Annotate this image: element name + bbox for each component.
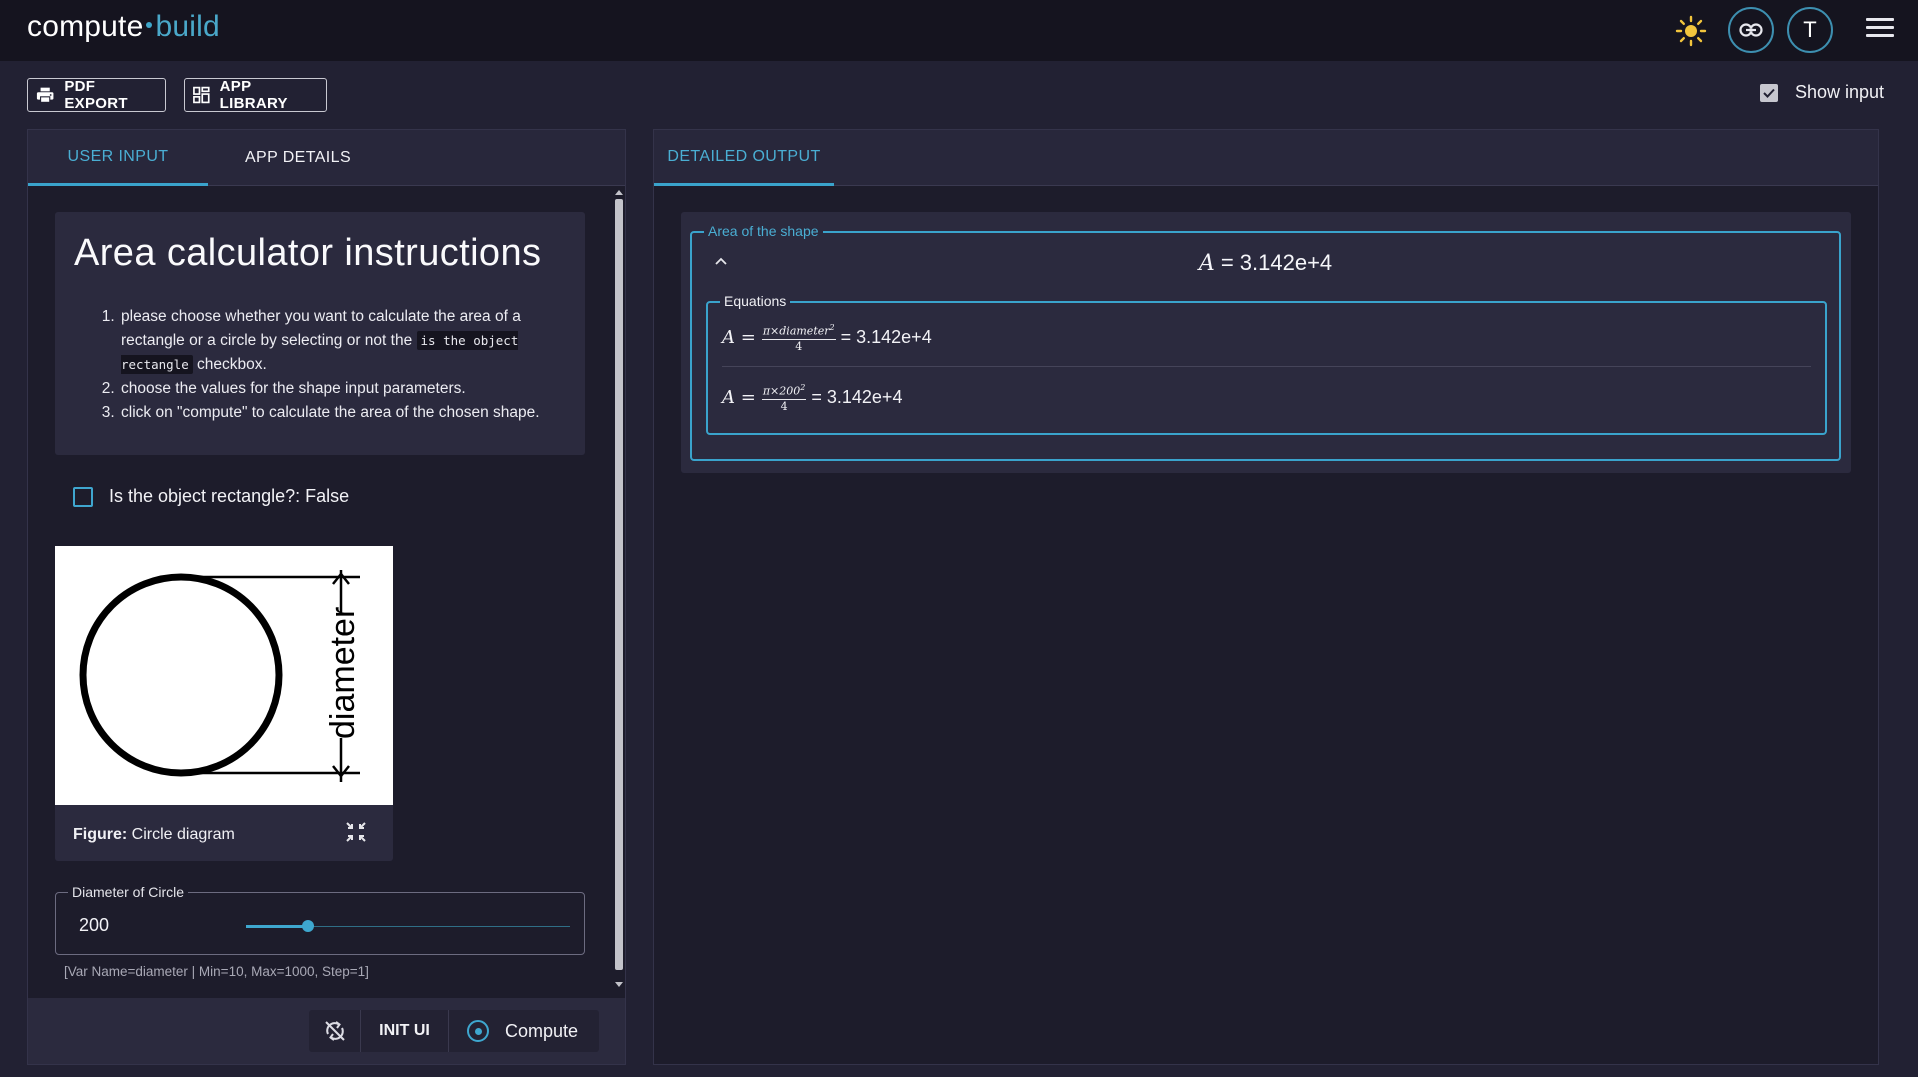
diameter-slider-thumb[interactable] [302,920,314,932]
scroll-up-arrow-icon[interactable] [615,190,623,195]
user-avatar-button[interactable]: T [1787,7,1833,53]
input-panel: USER INPUT APP DETAILS Area calculator i… [27,129,626,1065]
input-tabs: USER INPUT APP DETAILS [28,130,625,186]
result-value: = 3.142e+4 [1220,250,1333,275]
avatar-letter: T [1803,17,1817,42]
eq1-numerator: π×diameter [762,324,830,338]
grid-icon [193,86,210,104]
diameter-legend: Diameter of Circle [68,884,189,900]
figure-caption: Figure: Circle diagram [73,826,235,844]
equations-fieldset: Equations A = π×diameter2 4 = 3.142e+4 A… [706,293,1827,435]
printer-icon [36,87,54,103]
show-input-label: Show input [1795,82,1885,102]
pdf-export-button[interactable]: PDF EXPORT [27,78,166,112]
instruction-step-1: please choose whether you want to calcul… [119,305,579,377]
sync-disabled-icon [324,1021,345,1041]
init-ui-button[interactable]: INIT UI [361,1010,449,1052]
eq2-exponent: 2 [800,383,806,392]
eq1-exponent: 2 [829,323,835,332]
app-library-button[interactable]: APP LIBRARY [184,78,327,112]
link-icon [1739,23,1763,37]
brand-name-left: compute [27,10,144,43]
output-panel: DETAILED OUTPUT Area of the shape A = 3.… [653,129,1879,1065]
checkmark-icon [1763,88,1775,98]
top-app-bar: compute build T [0,0,1918,61]
equation-fraction: π×diameter2 4 [761,321,836,354]
area-result: A = 3.142e+4 [692,250,1839,276]
area-output-legend: Area of the shape [704,223,823,239]
app-library-label: APP LIBRARY [219,78,288,112]
show-input-checkbox[interactable] [1760,83,1778,102]
eq2-value: = 3.142e+4 [811,386,903,407]
diameter-value-input[interactable]: 200 [79,915,109,936]
compute-button[interactable]: Compute [449,1010,599,1052]
radio-target-icon [467,1020,489,1042]
instructions-card: Area calculator instructions please choo… [55,212,585,455]
diameter-slider-fill [246,925,308,928]
area-output-fieldset: Area of the shape A = 3.142e+4 Equations… [690,223,1841,461]
init-ui-label: INIT UI [379,1022,430,1039]
scrollbar[interactable] [612,187,624,992]
sun-icon[interactable] [1674,14,1708,48]
instruction-step-2: choose the values for the shape input pa… [119,377,579,401]
diameter-label: diameter [324,607,362,739]
equations-legend: Equations [720,293,791,309]
circle-figure: diameter Figure: Circle diagram [55,546,393,861]
eq1-value: = 3.142e+4 [840,326,932,347]
tab-detailed-output-label: DETAILED OUTPUT [667,147,821,165]
tab-detailed-output[interactable]: DETAILED OUTPUT [654,130,834,186]
scroll-down-arrow-icon[interactable] [615,982,623,987]
equation-symbolic: A = π×diameter2 4 = 3.142e+4 [722,321,932,354]
show-input-toggle[interactable]: Show input [1760,82,1884,103]
circle-diagram-image: diameter [55,546,393,805]
rectangle-checkbox-label: Is the object rectangle?: False [109,486,350,506]
collapse-arrows-icon[interactable] [344,820,368,844]
tab-user-input-label: USER INPUT [67,147,169,165]
action-button-group: INIT UI Compute [309,1010,599,1052]
diameter-hint: [Var Name=diameter | Min=10, Max=1000, S… [64,964,369,979]
instructions-title: Area calculator instructions [74,232,542,274]
equation-fraction-2: π×2002 4 [761,381,807,414]
menu-icon[interactable] [1866,18,1894,42]
figure-caption-bold: Figure: [73,826,128,843]
step-1-text-end: checkbox. [192,356,267,373]
compute-label: Compute [505,1020,579,1041]
pdf-export-label: PDF EXPORT [64,78,128,112]
instructions-list: please choose whether you want to calcul… [119,305,579,425]
brand-name-right: build [155,10,220,43]
equation-lhs-2: A = [722,386,756,408]
figure-caption-text: Circle diagram [127,826,235,843]
sync-disabled-button[interactable] [309,1010,361,1052]
eq2-numerator: π×200 [762,384,801,398]
equation-numeric: A = π×2002 4 = 3.142e+4 [722,381,902,414]
tab-app-details[interactable]: APP DETAILS [208,130,388,186]
instruction-step-3: click on "compute" to calculate the area… [119,401,579,425]
eq1-denominator: 4 [795,339,803,353]
share-link-button[interactable] [1728,7,1774,53]
result-variable: A [1198,251,1215,276]
rectangle-checkbox[interactable] [73,486,93,507]
eq2-denominator: 4 [780,399,788,413]
tab-app-details-label: APP DETAILS [244,149,352,166]
brand-dot [146,22,153,29]
tab-user-input[interactable]: USER INPUT [28,130,208,186]
action-bar: INIT UI Compute [28,998,625,1064]
output-card: Area of the shape A = 3.142e+4 Equations… [681,212,1851,473]
equation-lhs: A = [722,326,756,348]
rectangle-checkbox-row[interactable]: Is the object rectangle?: False [73,486,349,507]
brand-logo[interactable]: compute build [27,10,220,44]
diameter-field: Diameter of Circle 200 [55,884,585,955]
equation-divider [722,366,1811,367]
output-tabs: DETAILED OUTPUT [654,130,1878,186]
scrollbar-thumb[interactable] [615,199,623,970]
